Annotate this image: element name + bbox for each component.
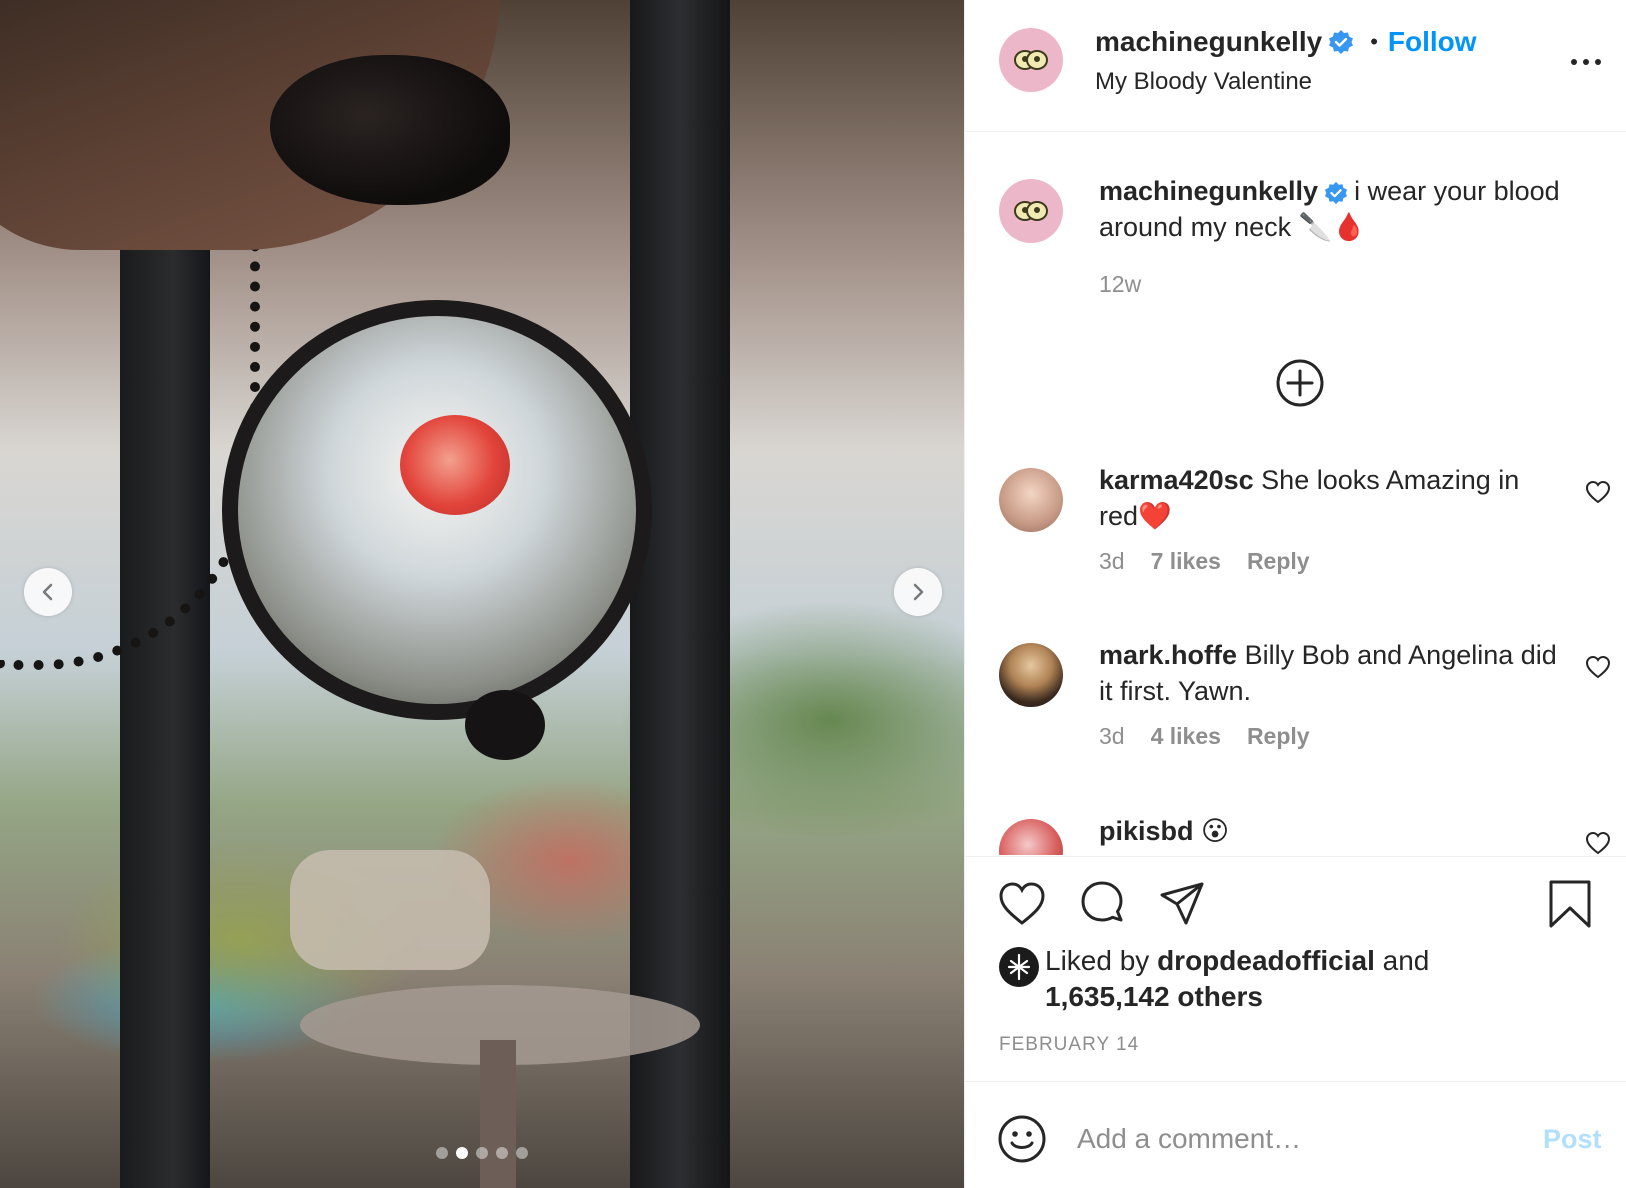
likes-count[interactable]: 1,635,142 others [1045, 981, 1263, 1013]
avatar[interactable] [999, 819, 1063, 855]
action-bar: Liked by dropdeadofficial and 1,635,142 … [965, 856, 1626, 1081]
plus-circle-icon[interactable] [1275, 358, 1325, 408]
comment-text-block: mark.hoffe Billy Bob and Angelina did it… [1099, 637, 1559, 709]
header-user-line: machinegunkelly • Follow [1095, 26, 1477, 58]
add-comment-bar: Post [965, 1081, 1626, 1188]
comment-time[interactable]: 3d [1099, 548, 1125, 575]
patio-chair [290, 850, 490, 970]
chevron-left-icon [42, 583, 53, 601]
chevron-right-icon [913, 583, 924, 601]
comment-meta: 3d 7 likes Reply [1099, 548, 1310, 575]
profile-logo-icon [1014, 201, 1048, 221]
next-slide-button[interactable] [894, 568, 942, 616]
heart-outline-icon[interactable] [1585, 655, 1611, 679]
caption-time[interactable]: 12w [1099, 271, 1141, 298]
avatar[interactable] [999, 643, 1063, 707]
comment-username[interactable]: mark.hoffe [1099, 640, 1237, 670]
carousel-dot-active [456, 1147, 468, 1159]
comments-list[interactable]: machinegunkelly i wear your blood around… [965, 133, 1626, 855]
separator-dot: • [1370, 29, 1378, 54]
post-side-panel: machinegunkelly • Follow My Bloody Valen… [964, 0, 1626, 1188]
liker-logo-icon [1007, 953, 1031, 981]
patio-table-leg [480, 1040, 516, 1188]
previous-slide-button[interactable] [24, 568, 72, 616]
comment-text-block: pikisbd 😮 [1099, 813, 1559, 849]
comment-username[interactable]: karma420sc [1099, 465, 1254, 495]
heart-outline-icon[interactable] [1585, 831, 1611, 855]
verified-badge-icon [1325, 181, 1348, 204]
blood-drop [400, 415, 510, 515]
comment-text-block: karma420sc She looks Amazing in red❤️ [1099, 462, 1559, 534]
profile-logo-icon [1014, 50, 1048, 70]
caption-username[interactable]: machinegunkelly [1099, 176, 1318, 206]
post-username[interactable]: machinegunkelly [1095, 26, 1322, 58]
comment-meta: 3d 4 likes Reply [1099, 723, 1310, 750]
comment-input[interactable] [1077, 1114, 1497, 1164]
carousel-dot [476, 1147, 488, 1159]
comment-likes[interactable]: 7 likes [1151, 548, 1221, 575]
verified-badge-icon [1329, 30, 1354, 54]
heart-outline-icon[interactable] [1585, 480, 1611, 504]
liker-username[interactable]: dropdeadofficial [1157, 945, 1375, 976]
avatar[interactable] [999, 468, 1063, 532]
likes-conjunction: and [1382, 945, 1430, 976]
comment-likes[interactable]: 4 likes [1151, 723, 1221, 750]
more-options-icon[interactable] [1571, 52, 1611, 72]
reply-button[interactable]: Reply [1247, 723, 1310, 750]
likes-line: Liked by dropdeadofficial and [1045, 945, 1429, 977]
follow-button[interactable]: Follow [1388, 26, 1477, 58]
emoji-icon[interactable] [997, 1114, 1047, 1164]
post-header: machinegunkelly • Follow My Bloody Valen… [965, 0, 1626, 132]
avatar[interactable] [999, 28, 1063, 92]
comment-icon[interactable] [1077, 879, 1127, 929]
heart-icon[interactable] [997, 879, 1047, 929]
share-icon[interactable] [1157, 879, 1207, 929]
carousel-dot [436, 1147, 448, 1159]
carousel-dot [516, 1147, 528, 1159]
carousel-dot [496, 1147, 508, 1159]
caption-meta: 12w [1099, 271, 1141, 298]
post-comment-button[interactable]: Post [1543, 1124, 1602, 1155]
post-location[interactable]: My Bloody Valentine [1095, 68, 1312, 96]
comment-username[interactable]: pikisbd [1099, 816, 1194, 846]
pendant-bail [465, 690, 545, 760]
post-media [0, 0, 964, 1188]
carousel-indicator [436, 1147, 528, 1159]
bookmark-icon[interactable] [1545, 879, 1595, 929]
caption-text-block: machinegunkelly i wear your blood around… [1099, 173, 1599, 245]
liker-avatar[interactable] [999, 947, 1039, 987]
comment-time[interactable]: 3d [1099, 723, 1125, 750]
reply-button[interactable]: Reply [1247, 548, 1310, 575]
likes-prefix: Liked by [1045, 945, 1150, 976]
post-date[interactable]: FEBRUARY 14 [999, 1034, 1139, 1056]
avatar[interactable] [999, 179, 1063, 243]
comment-text: 😮 [1201, 816, 1230, 846]
